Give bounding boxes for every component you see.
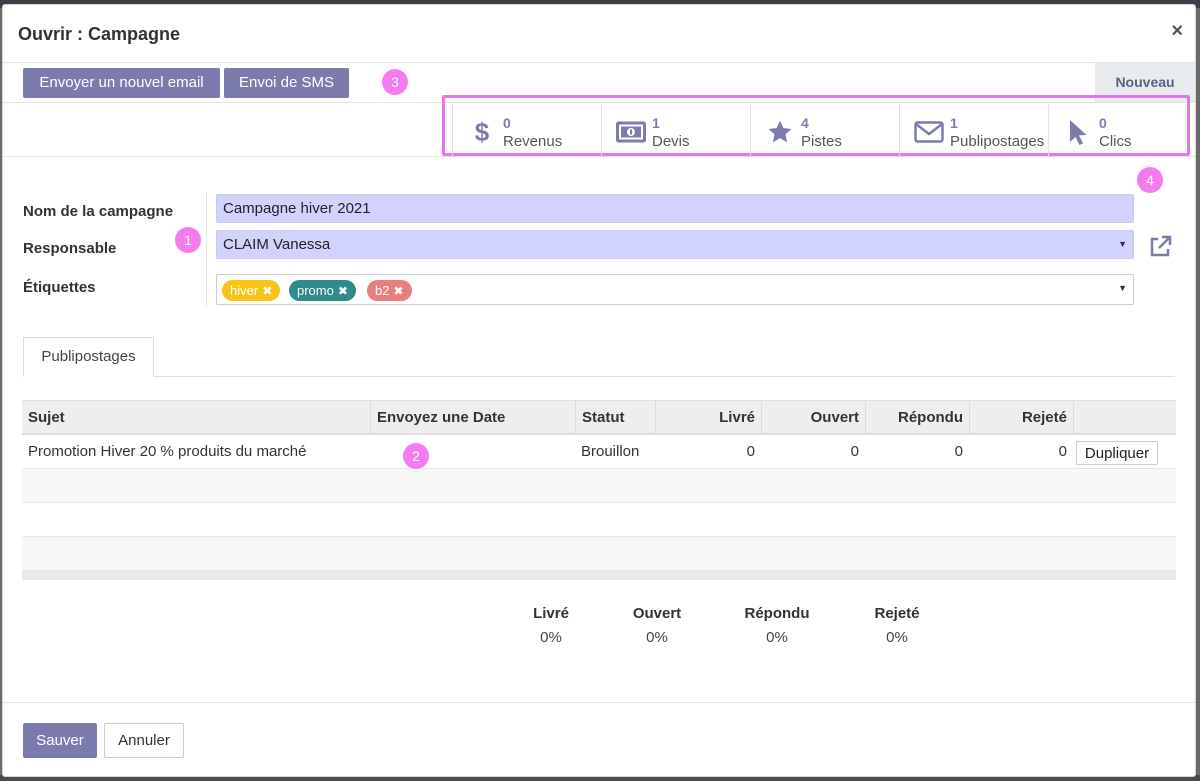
tab-publipostages[interactable]: Publipostages (23, 337, 154, 377)
duplicate-button[interactable]: Dupliquer (1076, 441, 1158, 465)
smart-button-label: Revenus (503, 133, 563, 150)
campaign-name-label: Nom de la campagne (23, 203, 174, 220)
dollar-icon: $ (474, 116, 490, 147)
tag-label: hiver (230, 283, 259, 298)
tag-label: b2 (375, 283, 390, 298)
external-link-icon[interactable] (1148, 235, 1172, 259)
column-header-send-date[interactable]: Envoyez une Date (370, 401, 575, 434)
annotation-marker-2: 2 (403, 443, 429, 469)
smart-button-label: Clics (1099, 133, 1132, 150)
smart-button-label: Pistes (801, 133, 842, 150)
responsible-label: Responsable (23, 240, 117, 257)
envelope-icon (914, 118, 944, 146)
column-header-status[interactable]: Statut (575, 401, 655, 434)
close-icon[interactable]: × (1171, 19, 1183, 43)
stat-value: 0% (646, 629, 668, 646)
smart-button-value: 0 (503, 115, 511, 131)
cell-rejected: 0 (1058, 443, 1067, 460)
stat-delivered: Livré 0% (501, 605, 601, 646)
remove-tag-icon[interactable]: ✖ (338, 284, 348, 298)
column-header-delivered[interactable]: Livré (655, 401, 761, 434)
smart-button-value: 1 (652, 115, 660, 131)
cell-delivered: 0 (746, 443, 755, 460)
table-footer (22, 571, 1176, 580)
smart-button-value: 4 (801, 115, 809, 131)
save-button[interactable]: Sauver (23, 723, 97, 758)
chevron-down-icon[interactable]: ▼ (1118, 231, 1127, 258)
smart-button-revenus[interactable]: $ 0 Revenus (452, 104, 601, 157)
notebook-tabs: Publipostages (3, 337, 1195, 379)
send-sms-button[interactable]: Envoi de SMS (224, 68, 349, 98)
tag-b2: b2 ✖ (367, 280, 412, 301)
stat-rejected: Rejeté 0% (847, 605, 947, 646)
table-row-empty (22, 503, 1176, 537)
responsible-value: CLAIM Vanessa (223, 236, 331, 253)
stat-label: Livré (533, 605, 569, 622)
column-header-opened[interactable]: Ouvert (761, 401, 865, 434)
column-header-replied[interactable]: Répondu (865, 401, 969, 434)
table-row[interactable]: Promotion Hiver 20 % produits du marché … (22, 435, 1176, 469)
stat-opened: Ouvert 0% (607, 605, 707, 646)
smart-button-publipostages[interactable]: 1 Publipostages (899, 104, 1048, 157)
smart-buttons-row: $ 0 Revenus 1 Devis 4 Pistes 1 Publipost… (3, 95, 1197, 157)
stat-label: Répondu (744, 605, 810, 622)
campaign-form: Nom de la campagne Campagne hiver 2021 R… (3, 157, 1195, 337)
star-icon (765, 118, 795, 146)
cancel-button[interactable]: Annuler (104, 723, 184, 758)
column-header-actions (1073, 401, 1176, 434)
cell-status: Brouillon (581, 443, 640, 460)
stat-value: 0% (886, 629, 908, 646)
annotation-marker-3: 3 (382, 69, 408, 95)
tag-promo: promo ✖ (289, 280, 356, 301)
cell-send-date (370, 435, 575, 469)
responsible-select[interactable]: CLAIM Vanessa ▼ (216, 230, 1134, 259)
tag-label: promo (297, 283, 334, 298)
cursor-icon (1063, 118, 1093, 146)
smart-button-pistes[interactable]: 4 Pistes (750, 104, 899, 157)
cell-opened: 0 (850, 443, 859, 460)
annotation-marker-1: 1 (175, 227, 201, 253)
table-row-empty (22, 469, 1176, 503)
stat-label: Rejeté (874, 605, 920, 622)
column-header-subject[interactable]: Sujet (22, 401, 370, 434)
chevron-down-icon[interactable]: ▼ (1118, 283, 1127, 293)
dialog-footer: Sauver Annuler (3, 702, 1195, 777)
table-row-empty (22, 537, 1176, 571)
divider (206, 193, 207, 307)
money-bill-icon (616, 118, 646, 146)
campaign-name-input[interactable]: Campagne hiver 2021 (216, 194, 1134, 223)
smart-button-value: 1 (950, 115, 958, 131)
table-header: Sujet Envoyez une Date Statut Livré Ouve… (22, 400, 1176, 435)
smart-button-clics[interactable]: 0 Clics (1048, 104, 1197, 157)
smart-button-devis[interactable]: 1 Devis (601, 104, 750, 157)
cell-replied: 0 (954, 443, 963, 460)
remove-tag-icon[interactable]: ✖ (393, 284, 403, 298)
stat-replied: Répondu 0% (727, 605, 827, 646)
tags-label: Étiquettes (23, 279, 96, 296)
smart-button-label: Publipostages (950, 133, 1045, 150)
stat-value: 0% (540, 629, 562, 646)
dialog-header: Ouvrir : Campagne × (3, 5, 1195, 63)
campaign-dialog: Ouvrir : Campagne × Envoyer un nouvel em… (2, 4, 1196, 777)
smart-button-label: Devis (652, 133, 690, 150)
send-email-button[interactable]: Envoyer un nouvel email (23, 68, 220, 98)
tags-input[interactable]: hiver ✖ promo ✖ b2 ✖ ▼ (216, 274, 1134, 305)
smart-button-value: 0 (1099, 115, 1107, 131)
mailings-table: Sujet Envoyez une Date Statut Livré Ouve… (22, 400, 1176, 580)
cell-subject: Promotion Hiver 20 % produits du marché (28, 443, 307, 460)
column-header-rejected[interactable]: Rejeté (969, 401, 1073, 434)
stat-value: 0% (766, 629, 788, 646)
stat-label: Ouvert (632, 605, 682, 622)
tag-hiver: hiver ✖ (222, 280, 281, 301)
remove-tag-icon[interactable]: ✖ (262, 284, 272, 298)
dialog-title: Ouvrir : Campagne (18, 24, 181, 44)
tabs-divider (23, 376, 1175, 377)
